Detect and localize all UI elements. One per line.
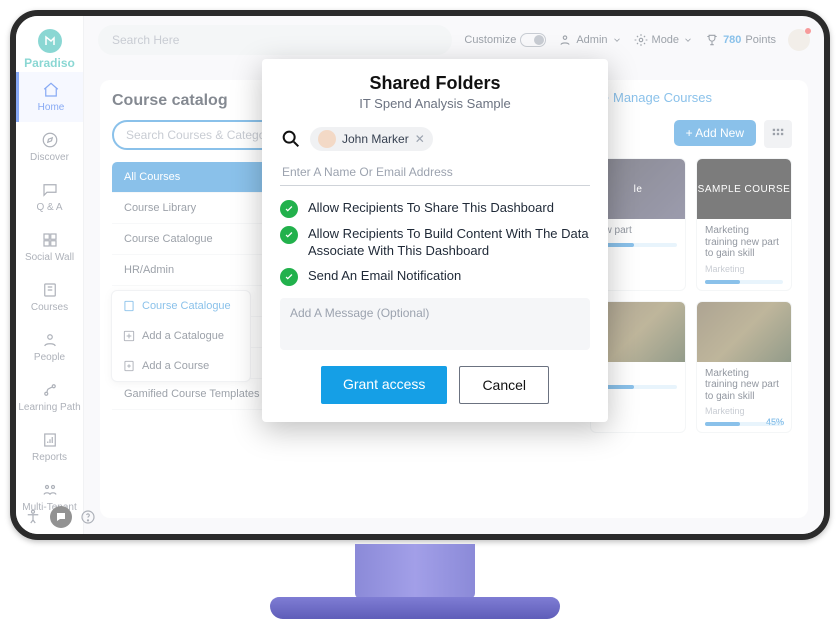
admin-menu[interactable]: Admin (558, 33, 621, 47)
share-dialog: Shared Folders IT Spend Analysis Sample … (262, 59, 608, 422)
recipient-name: John Marker (342, 132, 409, 146)
user-avatar[interactable] (788, 29, 810, 51)
share-option[interactable]: Send An Email Notification (280, 268, 590, 286)
category-hr-admin[interactable]: HR/Admin (112, 255, 282, 286)
progress-bar (705, 280, 783, 284)
category-all-courses[interactable]: All Courses (112, 162, 282, 193)
global-search-input[interactable]: Search Here (98, 25, 452, 55)
grid-view-button[interactable] (764, 120, 792, 148)
progress-bar (599, 243, 677, 247)
chevron-down-icon (612, 35, 622, 45)
sidebar-item-learning-path[interactable]: Learning Path (16, 372, 83, 422)
category-context-menu: Course Catalogue Add a Catalogue Add a C… (111, 290, 251, 382)
check-icon (280, 226, 298, 244)
sidebar-item-reports[interactable]: Reports (16, 422, 83, 472)
ctx-add-course[interactable]: Add a Course (112, 351, 250, 381)
check-icon (280, 268, 298, 286)
brand-logo: Paradiso (16, 22, 83, 72)
brand-name: Paradiso (24, 56, 75, 70)
user-icon (558, 33, 572, 47)
plus-square-icon (122, 329, 136, 343)
recipient-chip[interactable]: John Marker ✕ (310, 127, 433, 151)
recipient-input[interactable]: Enter A Name Or Email Address (280, 159, 590, 186)
gear-icon (634, 33, 648, 47)
dialog-subtitle: IT Spend Analysis Sample (280, 96, 590, 111)
chevron-down-icon (683, 35, 693, 45)
progress-bar (599, 385, 677, 389)
course-title: ew part (599, 225, 677, 237)
course-thumb: SAMPLE COURSE (697, 159, 791, 219)
trophy-icon (705, 33, 719, 47)
share-option[interactable]: Allow Recipients To Share This Dashboard (280, 200, 590, 218)
manage-courses-link[interactable]: Manage Courses (595, 90, 712, 105)
sidebar: Paradiso Home Discover Q & A Social Wall… (16, 16, 84, 534)
grant-access-button[interactable]: Grant access (321, 366, 447, 404)
accessibility-icon[interactable] (24, 508, 42, 526)
progress-value: 45% (766, 417, 784, 427)
message-textarea[interactable]: Add A Message (Optional) (280, 298, 590, 350)
share-option[interactable]: Allow Recipients To Build Content With T… (280, 226, 590, 260)
add-new-button[interactable]: + Add New (674, 120, 756, 146)
chat-bubble-button[interactable] (50, 506, 72, 528)
sidebar-item-social-wall[interactable]: Social Wall (16, 222, 83, 272)
sidebar-item-people[interactable]: People (16, 322, 83, 372)
course-title: Marketing training new part to gain skil… (705, 225, 783, 260)
points-badge[interactable]: 780Points (705, 33, 776, 47)
search-icon (280, 128, 302, 150)
course-card[interactable]: Marketing training new part to gain skil… (696, 301, 792, 434)
ctx-course-catalogue[interactable]: Course Catalogue (112, 291, 250, 321)
category-gamified[interactable]: Gamified Course Templates (112, 379, 282, 410)
grid-icon (771, 127, 785, 141)
sidebar-item-courses[interactable]: Courses (16, 272, 83, 322)
course-card[interactable]: SAMPLE COURSE Marketing training new par… (696, 158, 792, 291)
course-title: Marketing training new part to gain skil… (705, 368, 783, 403)
course-grid: le ew part45% SAMPLE COURSE Marketing tr… (590, 158, 792, 433)
ctx-add-catalogue[interactable]: Add a Catalogue (112, 321, 250, 351)
cancel-button[interactable]: Cancel (459, 366, 549, 404)
category-list: All Courses Course Library Course Catalo… (112, 162, 282, 410)
plus-book-icon (122, 359, 136, 373)
course-title: g (599, 368, 677, 380)
mode-menu[interactable]: Mode (634, 33, 694, 47)
help-icon[interactable] (80, 509, 96, 525)
remove-chip-icon[interactable]: ✕ (415, 132, 425, 146)
book-icon (122, 299, 136, 313)
avatar-icon (318, 130, 336, 148)
floating-toolbar (24, 506, 96, 528)
sidebar-item-qa[interactable]: Q & A (16, 172, 83, 222)
topbar: Search Here Customize Admin Mode 780Poin… (84, 16, 824, 64)
sidebar-item-discover[interactable]: Discover (16, 122, 83, 172)
course-thumb (697, 302, 791, 362)
customize-toggle[interactable]: Customize (464, 33, 546, 47)
toggle-icon (520, 33, 546, 47)
check-icon (280, 200, 298, 218)
category-course-library[interactable]: Course Library (112, 193, 282, 224)
category-course-catalogue[interactable]: Course Catalogue (112, 224, 282, 255)
chat-icon (55, 511, 67, 523)
dialog-title: Shared Folders (280, 73, 590, 94)
sidebar-item-home[interactable]: Home (16, 72, 83, 122)
